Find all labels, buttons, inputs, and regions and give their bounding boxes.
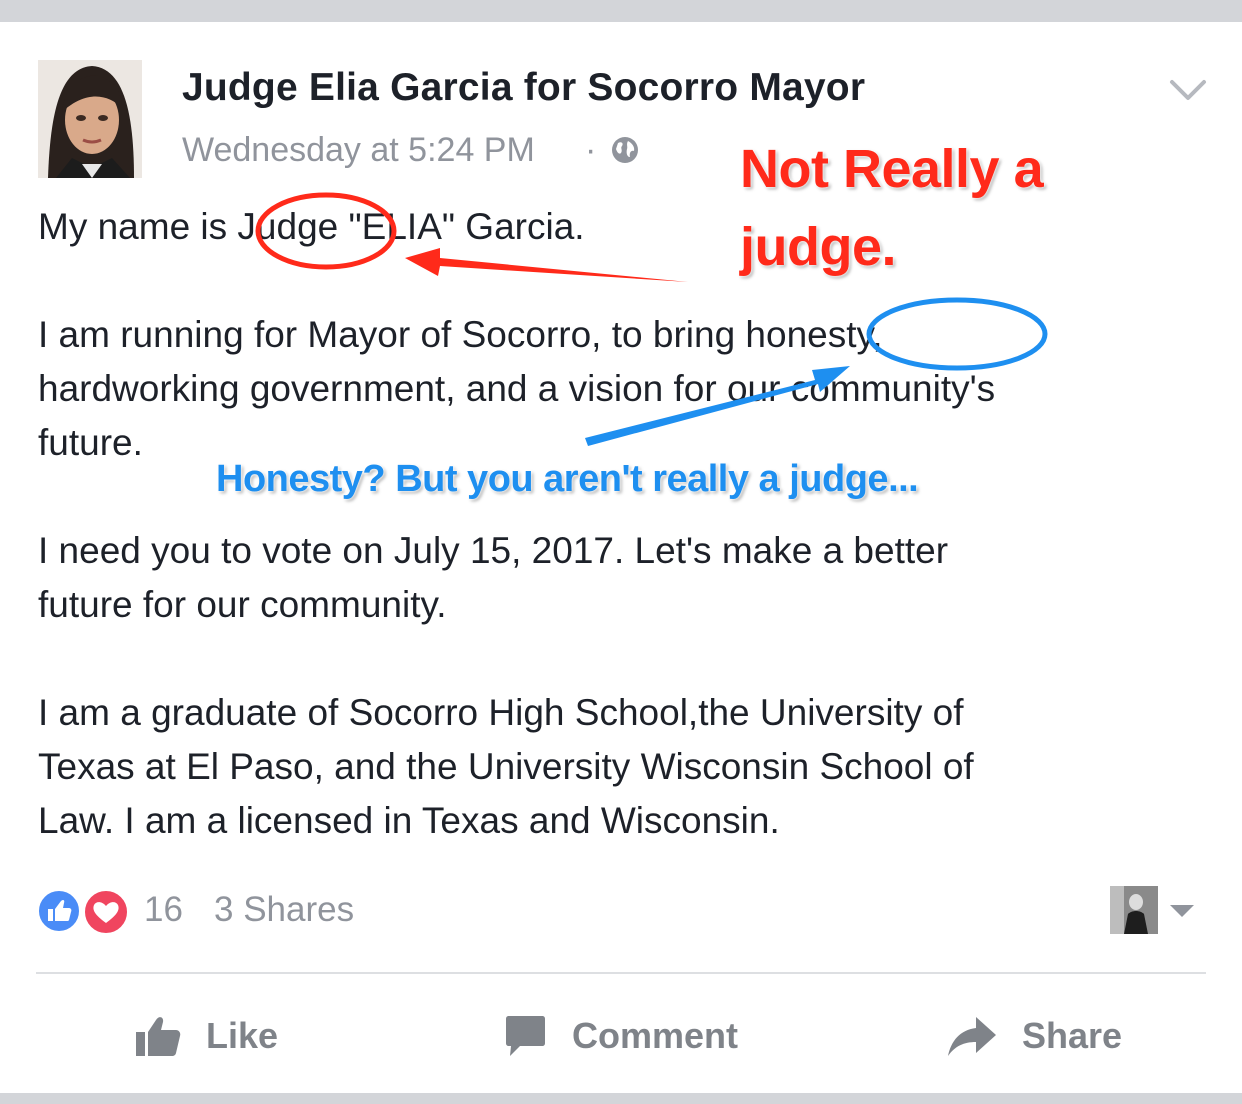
bottom-separator-band [0, 1093, 1242, 1104]
post-text-line: future. [38, 422, 143, 463]
page-author-name[interactable]: Judge Elia Garcia for Socorro Mayor [182, 66, 865, 110]
like-icon[interactable] [36, 888, 82, 934]
post-text-line: My name is Judge "ELIA" Garcia. [38, 206, 585, 247]
like-button[interactable]: Like [134, 1008, 278, 1064]
post-text-line: future for our community. [38, 584, 447, 625]
profile-avatar[interactable] [38, 60, 142, 178]
love-icon[interactable] [82, 888, 130, 936]
commenter-avatar[interactable] [1110, 886, 1158, 934]
post-text-line: I am a graduate of Socorro High School,t… [38, 692, 964, 733]
reaction-count[interactable]: 16 [144, 890, 183, 930]
top-separator-band [0, 0, 1242, 22]
annotation-blue-text: Honesty? But you aren't really a judge..… [216, 458, 919, 500]
thumbs-up-icon [136, 1017, 181, 1056]
red-arrow-annotation [405, 248, 688, 282]
post-text-line: Texas at El Paso, and the University Wis… [38, 746, 974, 787]
caret-down-icon[interactable] [1168, 903, 1196, 919]
blue-circle-annotation [866, 297, 1048, 371]
comment-icon [506, 1016, 545, 1056]
share-label: Share [1022, 1015, 1123, 1056]
post-text-line: Law. I am a licensed in Texas and Wiscon… [38, 800, 780, 841]
post-timestamp[interactable]: Wednesday at 5:24 PM [182, 131, 535, 170]
shares-count[interactable]: 3 Shares [214, 890, 354, 930]
comment-label: Comment [572, 1015, 739, 1056]
comment-button[interactable]: Comment [502, 1008, 738, 1064]
meta-separator: · [585, 131, 597, 169]
share-icon [948, 1017, 996, 1056]
chevron-down-icon[interactable] [1168, 76, 1208, 104]
like-label: Like [206, 1015, 279, 1056]
action-divider [36, 972, 1206, 974]
globe-icon[interactable] [610, 135, 640, 165]
post-text-line: I am running for Mayor of Socorro, to br… [38, 314, 883, 355]
post-text-line: hardworking government, and a vision for… [38, 368, 996, 409]
annotation-red-text-1: Not Really a [740, 139, 1044, 199]
annotation-red-text-2: judge. [740, 217, 897, 277]
post-text-line: I need you to vote on July 15, 2017. Let… [38, 530, 949, 571]
share-button[interactable]: Share [946, 1008, 1122, 1064]
